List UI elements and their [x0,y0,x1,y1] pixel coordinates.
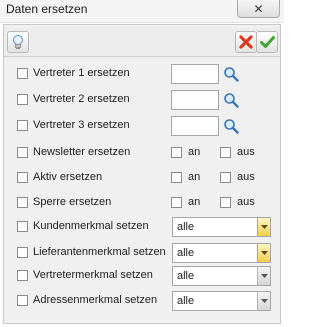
vertreter-2-input[interactable] [171,90,219,110]
newsletter-an-checkbox[interactable] [171,147,182,158]
toolbar [4,28,280,57]
magnifier-icon [224,119,239,134]
sperre-aus-checkbox[interactable] [220,197,231,208]
vertretermerkmal-value: alle [177,270,195,282]
form-row-vertreter-1: Vertreter 1 ersetzen [0,64,284,84]
sperre-an-label: an [188,196,201,208]
magnifier-icon [224,67,239,82]
newsletter-an-label: an [188,146,201,158]
form-row-vertreter-3: Vertreter 3 ersetzen [0,116,284,136]
aktiv-checkbox[interactable] [17,172,28,183]
lieferantenmerkmal-label: Lieferantenmerkmal setzen [33,246,166,258]
sperre-checkbox[interactable] [17,197,28,208]
sperre-an-checkbox[interactable] [171,197,182,208]
form-row-sperre: Sperre ersetzen an aus [0,193,284,213]
window-title: Daten ersetzen [6,2,88,16]
kundenmerkmal-select[interactable]: alle [172,217,271,237]
vertretermerkmal-checkbox[interactable] [17,270,28,281]
vertreter-3-checkbox[interactable] [17,120,28,131]
vertreter-3-label: Vertreter 3 ersetzen [33,119,130,131]
kundenmerkmal-checkbox[interactable] [17,221,28,232]
title-bar: Daten ersetzen ✕ [0,0,284,23]
vertreter-1-checkbox[interactable] [17,68,28,79]
adressenmerkmal-label: Adressenmerkmal setzen [33,294,158,306]
chevron-down-icon[interactable] [257,218,270,236]
form-row-vertretermerkmal: Vertretermerkmal setzen alle [0,266,284,286]
lieferantenmerkmal-checkbox[interactable] [17,247,28,258]
vertreter-1-input[interactable] [171,64,219,84]
form-row-vertreter-2: Vertreter 2 ersetzen [0,90,284,110]
vertreter-3-input[interactable] [171,116,219,136]
newsletter-label: Newsletter ersetzen [33,146,131,158]
chevron-down-icon[interactable] [257,292,270,310]
vertreter-1-search-button[interactable] [221,64,241,84]
form-row-aktiv: Aktiv ersetzen an aus [0,168,284,188]
adressenmerkmal-value: alle [177,295,195,307]
kundenmerkmal-label: Kundenmerkmal setzen [33,220,149,232]
newsletter-aus-label: aus [237,146,255,158]
aktiv-aus-label: aus [237,171,255,183]
vertreter-2-search-button[interactable] [221,90,241,110]
chevron-down-icon[interactable] [257,267,270,285]
sperre-label: Sperre ersetzen [33,196,112,208]
vertretermerkmal-label: Vertretermerkmal setzen [33,269,153,281]
green-check-icon [259,36,275,48]
lieferantenmerkmal-select[interactable]: alle [172,243,271,263]
lieferantenmerkmal-value: alle [177,247,195,259]
aktiv-an-label: an [188,171,201,183]
sperre-aus-label: aus [237,196,255,208]
red-x-icon [239,35,253,49]
vertreter-3-search-button[interactable] [221,116,241,136]
aktiv-aus-checkbox[interactable] [220,172,231,183]
aktiv-an-checkbox[interactable] [171,172,182,183]
vertreter-2-checkbox[interactable] [17,94,28,105]
help-button[interactable] [7,31,29,53]
cancel-button[interactable] [235,31,257,53]
vertretermerkmal-select[interactable]: alle [172,266,271,286]
kundenmerkmal-value: alle [177,221,195,233]
newsletter-aus-checkbox[interactable] [220,147,231,158]
vertreter-2-label: Vertreter 2 ersetzen [33,93,130,105]
adressenmerkmal-checkbox[interactable] [17,295,28,306]
form-row-newsletter: Newsletter ersetzen an aus [0,143,284,163]
aktiv-label: Aktiv ersetzen [33,171,103,183]
chevron-down-icon[interactable] [257,244,270,262]
magnifier-icon [224,93,239,108]
ok-button[interactable] [256,31,278,53]
vertreter-1-label: Vertreter 1 ersetzen [33,67,130,79]
adressenmerkmal-select[interactable]: alle [172,291,271,311]
newsletter-checkbox[interactable] [17,147,28,158]
form-row-kundenmerkmal: Kundenmerkmal setzen alle [0,217,284,237]
form-row-lieferantenmerkmal: Lieferantenmerkmal setzen alle [0,243,284,263]
lightbulb-icon [13,35,23,49]
close-button[interactable]: ✕ [237,0,280,18]
form-row-adressenmerkmal: Adressenmerkmal setzen alle [0,291,284,311]
